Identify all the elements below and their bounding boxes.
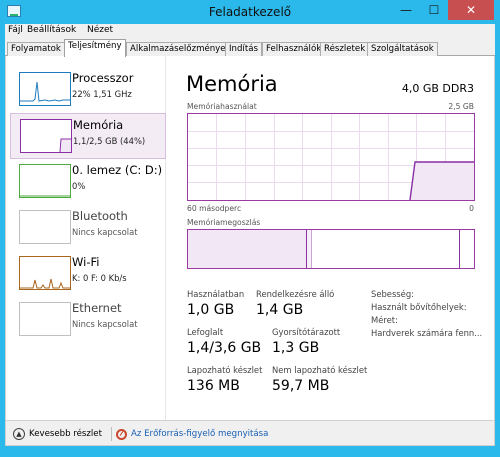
performance-content: Processzor 22% 1,51 GHz Memória 1,1/2,5 …: [5, 56, 495, 420]
stat-non-paged-pool-value: 59,7 MB: [272, 378, 330, 394]
stat-in-use-value: 1,0 GB: [187, 302, 235, 318]
tab-strip: Folyamatok Teljesítmény Alkalmazáselőzmé…: [5, 38, 495, 57]
sidebar-item-detail: 0%: [72, 181, 86, 191]
info-hardware-reserved-label: Hardverek számára fenn...: [371, 328, 483, 338]
stat-available-value: 1,4 GB: [256, 302, 304, 318]
ethernet-thumbnail: [19, 302, 71, 336]
stat-paged-pool-value: 136 MB: [187, 378, 240, 394]
sidebar-item-ethernet[interactable]: Ethernet Nincs kapcsolat: [10, 297, 166, 343]
memory-thumbnail: [20, 119, 72, 153]
memory-panel: Memória 4,0 GB DDR3 Memóriahasználat 2,5…: [168, 56, 494, 420]
stat-cached-label: Gyorsítótárazott: [272, 327, 341, 337]
memory-composition-bar: [187, 229, 475, 269]
stat-available-label: Rendelkezésre álló: [256, 289, 335, 299]
memory-total: 4,0 GB DDR3: [401, 82, 474, 95]
close-button[interactable]: ✕: [448, 0, 494, 20]
time-axis-end: 0: [469, 204, 474, 213]
fewer-details-button[interactable]: ▲ Kevesebb részlet: [13, 426, 102, 442]
resource-monitor-icon: [116, 428, 127, 440]
fewer-details-label: Kevesebb részlet: [29, 429, 102, 439]
tab-services[interactable]: Szolgáltatások: [367, 42, 438, 56]
stat-non-paged-pool-label: Nem lapozható készlet: [272, 365, 368, 375]
chevron-up-icon: ▲: [13, 428, 25, 440]
open-resource-monitor-label: Az Erőforrás-figyelő megnyitása: [131, 429, 269, 439]
tab-processes[interactable]: Folyamatok: [7, 42, 65, 56]
stat-committed-value: 1,4/3,6 GB: [187, 340, 262, 356]
info-slots-label: Használt bővítőhelyek:: [371, 302, 467, 312]
info-speed-label: Sebesség:: [371, 289, 414, 299]
resource-sidebar: Processzor 22% 1,51 GHz Memória 1,1/2,5 …: [6, 56, 166, 420]
sidebar-item-detail: K: 0 F: 0 Kb/s: [72, 273, 127, 283]
tab-details[interactable]: Részletek: [320, 42, 370, 56]
footer-bar: ▲ Kevesebb részlet Az Erőforrás-figyelő …: [5, 420, 495, 446]
sidebar-item-label: 0. lemez (C: D:): [72, 163, 163, 177]
tab-startup[interactable]: Indítás: [225, 42, 262, 56]
maximize-button[interactable]: ☐: [420, 0, 448, 20]
minimize-button[interactable]: —: [392, 0, 420, 20]
sidebar-item-cpu[interactable]: Processzor 22% 1,51 GHz: [10, 67, 166, 113]
sidebar-item-detail: Nincs kapcsolat: [72, 319, 138, 329]
menu-file[interactable]: Fájl: [8, 25, 23, 35]
footer-divider: [111, 427, 112, 441]
menu-bar: Fájl Beállítások Nézet: [5, 24, 495, 38]
sidebar-item-memory[interactable]: Memória 1,1/2,5 GB (44%): [10, 113, 166, 159]
sidebar-item-bluetooth[interactable]: Bluetooth Nincs kapcsolat: [10, 205, 166, 251]
sidebar-item-label: Ethernet: [72, 301, 122, 315]
menu-view[interactable]: Nézet: [87, 25, 113, 35]
sidebar-item-detail: 1,1/2,5 GB (44%): [73, 136, 146, 146]
page-title: Memória: [186, 72, 278, 96]
bluetooth-thumbnail: [19, 210, 71, 244]
stat-in-use-label: Használatban: [187, 289, 245, 299]
tab-users[interactable]: Felhasználók: [262, 42, 326, 56]
tab-app-history[interactable]: Alkalmazáselőzmények: [126, 42, 235, 56]
stat-cached-value: 1,3 GB: [272, 340, 320, 356]
composition-label: Memóriamegoszlás: [187, 218, 261, 227]
usage-graph-label: Memóriahasználat: [187, 102, 257, 111]
disk-thumbnail: [19, 164, 71, 198]
sidebar-item-wifi[interactable]: Wi-Fi K: 0 F: 0 Kb/s: [10, 251, 166, 297]
sidebar-item-disk[interactable]: 0. lemez (C: D:) 0%: [10, 159, 166, 205]
sidebar-item-label: Memória: [73, 118, 124, 132]
stat-paged-pool-label: Lapozható készlet: [187, 365, 263, 375]
title-bar[interactable]: Feladatkezelő — ☐ ✕: [0, 0, 500, 24]
time-axis-start: 60 másodperc: [187, 204, 242, 213]
stat-committed-label: Lefoglalt: [187, 327, 224, 337]
task-manager-window: Feladatkezelő — ☐ ✕ Fájl Beállítások Néz…: [0, 0, 500, 457]
menu-settings[interactable]: Beállítások: [27, 25, 76, 35]
usage-graph-max: 2,5 GB: [448, 102, 474, 111]
wifi-thumbnail: [19, 256, 71, 290]
sidebar-item-detail: 22% 1,51 GHz: [72, 89, 132, 99]
open-resource-monitor-link[interactable]: Az Erőforrás-figyelő megnyitása: [116, 426, 268, 442]
info-form-factor-label: Méret:: [371, 315, 398, 325]
memory-usage-graph: [187, 113, 475, 201]
sidebar-item-label: Wi-Fi: [72, 255, 100, 269]
sidebar-item-label: Bluetooth: [72, 209, 128, 223]
cpu-thumbnail: [19, 72, 71, 106]
sidebar-item-label: Processzor: [72, 71, 134, 85]
sidebar-item-detail: Nincs kapcsolat: [72, 227, 138, 237]
tab-performance[interactable]: Teljesítmény: [64, 39, 126, 57]
